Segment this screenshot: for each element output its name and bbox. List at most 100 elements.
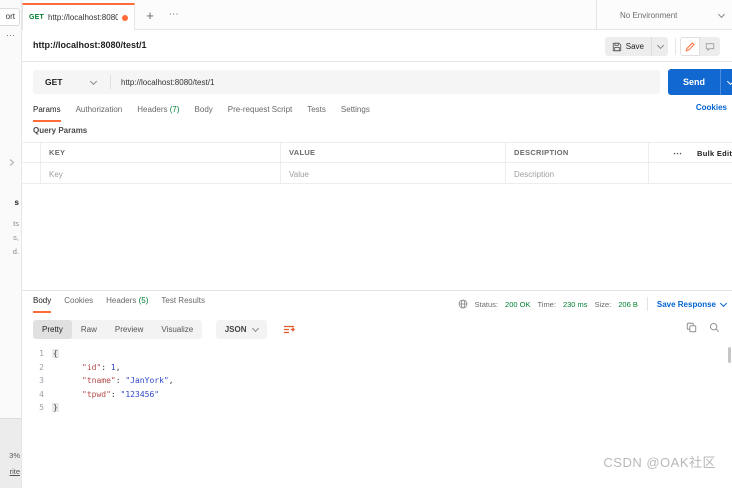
code-line: 2 "id": 1,	[22, 361, 732, 375]
chevron-down-icon	[726, 77, 732, 85]
view-mode-switcher: Pretty Raw Preview Visualize	[33, 320, 203, 339]
code-line: 4 "tpwd": "123456"	[22, 388, 732, 402]
environment-label: No Environment	[620, 10, 678, 20]
tab-method-label: GET	[29, 14, 44, 21]
send-button-label: Send	[682, 77, 705, 87]
open-brace: {	[52, 349, 59, 358]
edit-button[interactable]	[680, 37, 700, 56]
response-meta: Status: 200 OK Time: 230 ms Size: 206 B …	[458, 291, 732, 317]
value-column-header: VALUE	[280, 143, 505, 162]
tab-tests[interactable]: Tests	[307, 100, 326, 122]
status-value: 200 OK	[505, 299, 531, 309]
response-tab-headers[interactable]: Headers (5)	[106, 291, 148, 313]
new-tab-button[interactable]: +	[140, 6, 160, 26]
sidebar-text-fragment: ts	[13, 219, 19, 228]
send-options-button[interactable]	[721, 77, 732, 85]
import-button[interactable]: ort	[0, 8, 20, 26]
tab-authorization[interactable]: Authorization	[76, 100, 123, 122]
json-colon: :	[101, 362, 111, 372]
view-raw[interactable]: Raw	[72, 320, 106, 339]
tab-options-icon[interactable]: ⋯	[164, 6, 184, 26]
send-button[interactable]: Send	[668, 69, 732, 95]
tab-pre-request-script[interactable]: Pre-request Script	[228, 100, 292, 122]
cookies-link[interactable]: Cookies	[696, 103, 727, 112]
request-subtabs: Params Authorization Headers (7) Body Pr…	[22, 100, 732, 122]
line-number: 1	[39, 349, 44, 358]
table-more-icon[interactable]: ⋯	[673, 143, 683, 162]
save-response-button[interactable]: Save Response	[656, 299, 728, 309]
view-visualize[interactable]: Visualize	[152, 320, 202, 339]
size-label: Size:	[594, 299, 612, 309]
divider	[596, 0, 597, 30]
key-input[interactable]	[49, 165, 269, 183]
request-tab[interactable]: GET http://localhost:8080/t	[22, 3, 135, 30]
row-handle-cell	[22, 163, 40, 183]
response-tab-cookies[interactable]: Cookies	[64, 291, 93, 313]
sidebar: ort ⋯ s ts s, d. 3% rite	[0, 0, 22, 488]
description-input[interactable]	[514, 165, 642, 183]
json-key: "tpwd"	[82, 389, 111, 399]
request-title: http://localhost:8080/test/1	[33, 40, 147, 50]
tab-headers-count: (7)	[169, 105, 180, 114]
scrollbar[interactable]	[728, 347, 731, 363]
format-select[interactable]: JSON	[215, 320, 267, 339]
json-key: "tname"	[82, 376, 116, 385]
pencil-icon	[685, 41, 695, 52]
sidebar-more-icon[interactable]: ⋯	[0, 30, 21, 41]
search-icon[interactable]	[709, 322, 720, 333]
json-key: "id"	[82, 362, 102, 372]
save-options-button[interactable]	[652, 37, 668, 56]
method-select[interactable]: GET	[33, 77, 91, 87]
code-line: 5 }	[22, 401, 732, 415]
code-line: 3 "tname": "JanYork",	[22, 374, 732, 388]
json-value: "JanYork"	[125, 376, 169, 385]
line-number: 2	[39, 362, 44, 372]
json-comma: ,	[168, 376, 174, 385]
tab-body[interactable]: Body	[195, 100, 213, 122]
value-input[interactable]	[289, 165, 495, 183]
sidebar-footer: 3% rite	[0, 418, 21, 488]
save-button[interactable]: Save	[604, 37, 668, 56]
tab-params[interactable]: Params	[33, 100, 61, 122]
json-comma: ,	[115, 362, 121, 372]
save-button-label: Save	[625, 42, 644, 51]
table-row	[22, 163, 732, 184]
save-response-label: Save Response	[656, 299, 716, 309]
chevron-right-icon[interactable]	[8, 158, 15, 167]
status-label: Status:	[474, 299, 499, 309]
response-view-row: Pretty Raw Preview Visualize JSON	[33, 320, 732, 341]
query-params-table: KEY VALUE DESCRIPTION ⋯ Bulk Edit	[22, 142, 732, 184]
code-line: 1 {	[22, 347, 732, 361]
save-icon	[612, 42, 622, 52]
copy-icon[interactable]	[686, 322, 697, 333]
sidebar-text-fragment: s,	[13, 233, 19, 242]
view-pretty[interactable]: Pretty	[33, 320, 72, 339]
key-column-header: KEY	[40, 143, 280, 162]
globe-icon[interactable]	[458, 299, 468, 309]
request-title-row: http://localhost:8080/test/1 Save	[22, 30, 732, 62]
environment-selector[interactable]: No Environment	[608, 0, 732, 30]
chevron-down-icon	[89, 77, 98, 85]
url-bar: GET http://localhost:8080/test/1	[33, 70, 660, 94]
row-actions-cell	[648, 163, 732, 183]
line-number: 3	[39, 376, 44, 385]
response-tab-body[interactable]: Body	[33, 291, 52, 313]
main-area: GET http://localhost:8080/t + ⋯ No Envir…	[22, 0, 732, 488]
bulk-edit-button[interactable]: Bulk Edit	[697, 143, 732, 162]
view-preview[interactable]: Preview	[106, 320, 152, 339]
url-row: GET http://localhost:8080/test/1 Send	[22, 62, 732, 100]
comment-button[interactable]	[700, 37, 720, 56]
checkbox-column-header	[22, 143, 40, 162]
url-input[interactable]: http://localhost:8080/test/1	[111, 78, 214, 87]
tab-headers[interactable]: Headers (7)	[137, 100, 179, 122]
chevron-down-icon	[656, 41, 664, 50]
response-tab-test-results[interactable]: Test Results	[161, 291, 205, 313]
invite-link[interactable]: rite	[10, 467, 20, 476]
tab-settings[interactable]: Settings	[341, 100, 370, 122]
table-actions: ⋯ Bulk Edit	[648, 143, 732, 162]
watermark: CSDN @OAK社区	[603, 455, 716, 470]
chevron-down-icon	[717, 10, 726, 18]
table-header-row: KEY VALUE DESCRIPTION ⋯ Bulk Edit	[22, 142, 732, 163]
beautify-button[interactable]	[279, 320, 299, 339]
title-actions	[680, 37, 720, 56]
